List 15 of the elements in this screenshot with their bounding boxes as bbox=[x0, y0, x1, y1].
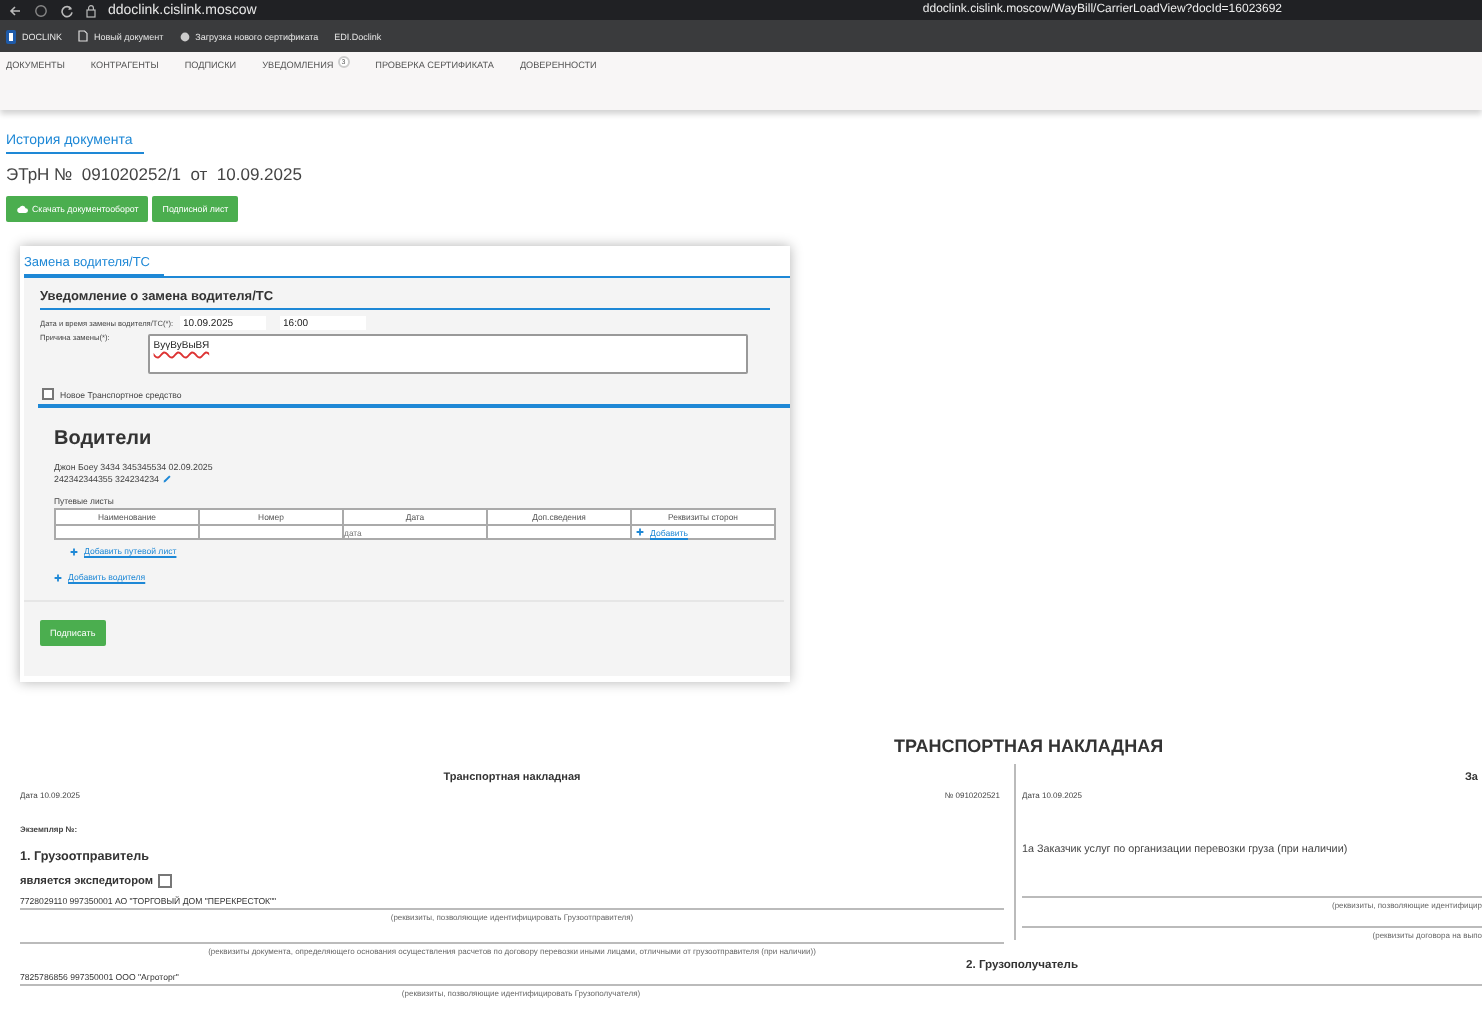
plus-icon bbox=[54, 573, 62, 581]
reload-icon[interactable] bbox=[60, 3, 74, 17]
checkbox[interactable] bbox=[42, 388, 54, 400]
back-icon[interactable] bbox=[8, 3, 22, 17]
pencil-icon[interactable] bbox=[161, 474, 171, 484]
document-icon bbox=[78, 30, 89, 42]
plus-icon bbox=[636, 528, 644, 536]
section-heading: Водители bbox=[54, 428, 154, 450]
document-title: ТРАНСПОРТНАЯ НАКЛАДНАЯ bbox=[892, 736, 1166, 756]
document-heading: ЭТрН № 091020252/1 от 10.09.2025 bbox=[6, 164, 302, 184]
checkbox[interactable] bbox=[158, 874, 173, 888]
lock-icon bbox=[86, 3, 96, 17]
logo-icon bbox=[6, 29, 16, 43]
cloud-icon bbox=[16, 204, 28, 214]
plus-icon bbox=[70, 547, 78, 555]
